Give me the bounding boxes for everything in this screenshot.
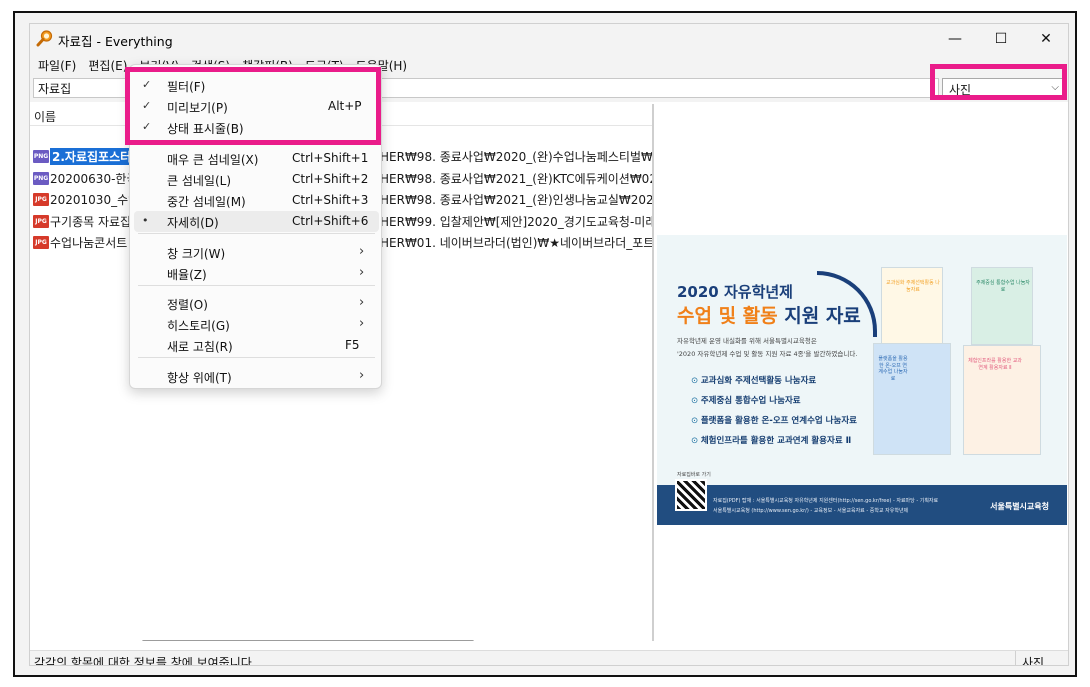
menu-separator	[138, 285, 375, 286]
chevron-right-icon: ›	[359, 265, 365, 280]
menu-item-label: 히스토리(G)	[167, 319, 230, 333]
status-filter: 사진	[1015, 651, 1044, 665]
poster-title-line1: 2020 자유학년제	[677, 283, 793, 301]
chevron-right-icon: ›	[359, 316, 365, 331]
org-logo-text: 서울특별시교육청	[990, 502, 1049, 511]
menu-item-refresh[interactable]: 새로 고침(R) F5	[134, 335, 379, 356]
menu-item-label: 창 크기(W)	[167, 247, 226, 261]
booklet-title: 체험인프라를 활용한 교과연계 활용자료 Ⅱ	[968, 358, 1022, 371]
chevron-right-icon: ›	[359, 368, 365, 383]
menu-separator	[138, 140, 375, 141]
poster-bullet: 교과심화 주제선택활동 나눔자료	[691, 374, 816, 386]
menu-file[interactable]: 파일(F)	[34, 57, 84, 74]
filter-dropdown[interactable]: 사진 ⌵	[942, 78, 1064, 98]
check-icon: ✓	[142, 120, 152, 133]
booklet-cover: 플랫폼을 활용한 온-오프 연계수업 나눔자료	[873, 343, 951, 455]
poster-desc-line: '2020 자유학년제 수업 및 활동 지원 자료 4종'을 발간하였습니다.	[677, 350, 858, 358]
menu-item-details[interactable]: • 자세히(D) Ctrl+Shift+6	[134, 211, 379, 232]
menu-item-status-bar[interactable]: ✓ 상태 표시줄(B)	[134, 117, 379, 138]
file-path: HER₩98. 종료사업₩2020_(완)수업나눔페스티벌₩01	[380, 150, 654, 164]
poster-preview: 2020 자유학년제 수업 및 활동 지원 자료 자유학년제 운영 내실화를 위…	[657, 235, 1067, 525]
png-file-icon: PNG	[33, 171, 49, 185]
close-icon: ✕	[1040, 31, 1052, 47]
png-file-icon: PNG	[33, 150, 49, 163]
menu-item-label: 중간 섬네일(M)	[167, 195, 246, 209]
minimize-button[interactable]: —	[932, 24, 978, 54]
menu-item-shortcut: F5	[345, 338, 360, 352]
menu-item-large-thumbnails[interactable]: 큰 섬네일(L) Ctrl+Shift+2	[134, 169, 379, 190]
poster-arc-decoration	[817, 271, 877, 337]
magnifier-icon	[36, 30, 53, 47]
file-path: HER₩99. 입찰제안₩[제안]2020_경기도교육청-미래	[380, 214, 654, 229]
check-icon: ✓	[142, 99, 152, 112]
menu-item-label: 미리보기(P)	[167, 101, 228, 115]
menu-item-label: 자세히(D)	[167, 216, 219, 230]
file-path: HER₩98. 종료사업₩2021_(완)KTC에듀케이션₩02. 기	[380, 171, 654, 186]
menu-item-label: 배율(Z)	[167, 268, 207, 282]
menu-item-zoom[interactable]: 배율(Z) ›	[134, 263, 379, 284]
menu-item-medium-thumbnails[interactable]: 중간 섬네일(M) Ctrl+Shift+3	[134, 190, 379, 211]
window-title: 자료집 - Everything	[58, 34, 173, 49]
menu-item-label: 매우 큰 섬네일(X)	[167, 153, 259, 167]
chevron-down-icon: ⌵	[1051, 82, 1059, 93]
poster-bullet: 주제중심 통합수업 나눔자료	[691, 394, 801, 406]
close-button[interactable]: ✕	[1023, 24, 1068, 54]
chevron-right-icon: ›	[359, 295, 365, 310]
menu-item-shortcut: Ctrl+Shift+1	[292, 151, 369, 165]
footer-line: 자료집(PDF) 탑재 : 서울특별시교육청 자유학년제 지원센터(http:/…	[713, 498, 939, 504]
menu-item-always-on-top[interactable]: 항상 위에(T) ›	[134, 366, 379, 387]
menu-item-shortcut: Ctrl+Shift+6	[292, 214, 369, 228]
menu-separator	[138, 233, 375, 234]
booklet-cover: 체험인프라를 활용한 교과연계 활용자료 Ⅱ	[963, 345, 1041, 455]
jpg-file-icon: JPG	[33, 193, 49, 206]
jpg-file-icon: JPG	[33, 236, 49, 249]
radio-dot-icon: •	[142, 214, 149, 227]
menu-item-sort[interactable]: 정렬(O) ›	[134, 293, 379, 314]
jpg-file-icon: JPG	[33, 214, 49, 228]
menu-item-label: 새로 고침(R)	[167, 340, 233, 354]
menu-item-extra-large-thumbnails[interactable]: 매우 큰 섬네일(X) Ctrl+Shift+1	[134, 148, 379, 169]
menu-item-label: 필터(F)	[167, 80, 206, 94]
maximize-icon: ☐	[994, 31, 1008, 47]
menu-separator	[138, 357, 375, 358]
booklet-cover: 주제중심 통합수업 나눔자료	[971, 267, 1033, 345]
menu-item-history[interactable]: 히스토리(G) ›	[134, 314, 379, 335]
menu-item-window-size[interactable]: 창 크기(W) ›	[134, 242, 379, 263]
menu-item-shortcut: Ctrl+Shift+2	[292, 172, 369, 186]
booklet-title: 교과심화 주제선택활동 나눔자료	[886, 280, 940, 293]
view-menu-dropdown: ✓ 필터(F) ✓ 미리보기(P) Alt+P ✓ 상태 표시줄(B) 매우 큰 섬네일(X)…	[129, 64, 382, 389]
file-path: HER₩98. 종료사업₩2021_(완)인생나눔교실₩2021_	[380, 193, 654, 207]
menu-item-filter[interactable]: ✓ 필터(F)	[134, 75, 379, 96]
preview-pane: 2020 자유학년제 수업 및 활동 지원 자료 자유학년제 운영 내실화를 위…	[656, 104, 1068, 641]
maximize-button[interactable]: ☐	[978, 24, 1024, 54]
footer-line: 서울특별시교육청 (http://www.sen.go.kr/) - 교육정보 …	[713, 508, 909, 514]
poster-footer: 자료집(PDF) 탑재 : 서울특별시교육청 자유학년제 지원센터(http:/…	[657, 485, 1067, 525]
status-message: 각각의 항목에 대한 정보를 창에 보여줍니다.	[34, 656, 256, 665]
menu-item-label: 큰 섬네일(L)	[167, 174, 232, 188]
booklet-title: 주제중심 통합수업 나눔자료	[976, 280, 1030, 293]
horizontal-scrollbar[interactable]	[142, 640, 474, 641]
menu-item-shortcut: Ctrl+Shift+3	[292, 193, 369, 207]
qr-code	[675, 479, 707, 511]
title-bar[interactable]: 자료집 - Everything — ☐ ✕	[30, 24, 1068, 54]
poster-title-accent: 수업 및 활동	[677, 305, 778, 327]
menu-item-label: 항상 위에(T)	[167, 371, 232, 385]
filter-value: 사진	[949, 83, 972, 97]
qr-caption: 자료집바로 가기	[677, 472, 711, 478]
minimize-icon: —	[948, 31, 962, 47]
poster-desc-line: 자유학년제 운영 내실화를 위해 서울특별시교육청은	[677, 337, 817, 345]
booklet-title: 플랫폼을 활용한 온-오프 연계수업 나눔자료	[878, 356, 908, 382]
menu-item-label: 정렬(O)	[167, 298, 208, 312]
menu-edit[interactable]: 편집(E)	[84, 57, 135, 74]
menu-item-label: 상태 표시줄(B)	[167, 122, 244, 136]
menu-item-shortcut: Alt+P	[328, 99, 362, 113]
chevron-right-icon: ›	[359, 244, 365, 259]
booklet-cover: 교과심화 주제선택활동 나눔자료	[881, 267, 943, 345]
poster-bullet: 플랫폼을 활용한 온-오프 연계수업 나눔자료	[691, 414, 857, 426]
check-icon: ✓	[142, 78, 152, 91]
file-path: HER₩01. 네이버브라더(법인)₩★네이버브라더_포트	[380, 236, 654, 250]
poster-bullet: 체험인프라를 활용한 교과연계 활용자료 Ⅱ	[691, 434, 851, 446]
status-bar: 각각의 항목에 대한 정보를 창에 보여줍니다. 사진	[30, 650, 1068, 665]
menu-item-preview[interactable]: ✓ 미리보기(P) Alt+P	[134, 96, 379, 117]
